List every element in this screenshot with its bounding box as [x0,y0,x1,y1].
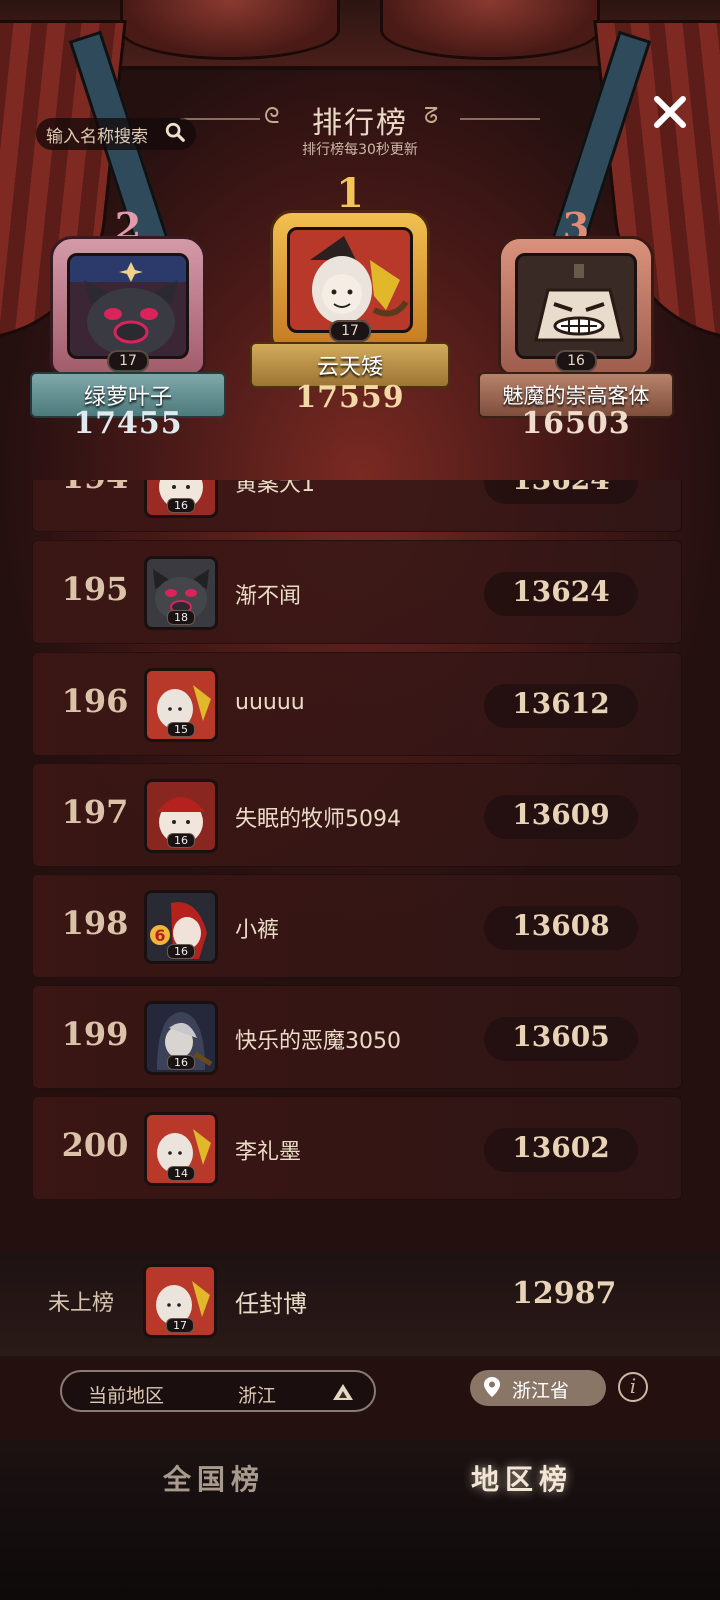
curtain-swag-left [120,0,340,60]
row-level: 16 [167,833,195,848]
ranking-row[interactable]: 196 15 uuuuu 13612 [32,652,682,756]
jester-girl-icon: 17 [143,1264,217,1338]
search-input[interactable]: 输入名称搜索 [36,118,196,150]
podium-score: 16503 [521,406,631,441]
grinning-bell-icon [534,264,624,342]
red-hood-six-icon: 6 16 [144,890,218,964]
row-level: 14 [167,1166,195,1181]
unranked-label: 未上榜 [48,1291,115,1316]
ranking-row[interactable]: 200 14 李礼墨 13602 [32,1096,682,1200]
region-value: 浙江 [238,1385,277,1407]
red-hood-girl-icon: 16 [144,480,218,518]
row-rank: 196 [61,682,129,720]
row-rank: 200 [61,1126,129,1164]
row-rank: 195 [61,570,129,608]
podium-first[interactable]: 1 17 云天矮 17559 [244,170,456,420]
my-score: 12987 [512,1276,617,1311]
info-icon[interactable]: i [618,1372,648,1402]
row-score: 13605 [484,1017,638,1061]
podium-level: 17 [107,350,149,372]
row-name: 快乐的恶魔3050 [235,1029,401,1054]
my-name: 任封博 [235,1290,307,1318]
ranking-row[interactable]: 197 16 失眠的牧师5094 13609 [32,763,682,867]
row-rank: 197 [61,793,129,831]
ranking-row[interactable]: 198 6 16 小裤 13608 [32,874,682,978]
podium-second[interactable]: 2 17 绿萝叶子 17455 [30,200,226,441]
row-level: 16 [167,498,195,513]
row-score: 13602 [484,1128,638,1172]
row-rank: 199 [61,1015,129,1053]
row-name: 小裤 [235,918,280,943]
tab-national[interactable]: 全国榜 [114,1458,314,1498]
ranking-list[interactable]: 194 16 黄案大1 13624 195 18 渐不闻 13624 196 1… [0,480,720,1225]
podium-score: 17455 [73,406,183,441]
ranking-row[interactable]: 195 18 渐不闻 13624 [32,540,682,644]
row-score: 13624 [484,480,638,504]
jester-girl-icon: 15 [144,668,218,742]
close-icon[interactable] [648,90,692,134]
leaderboard-screen: ᘓ ᘔ 排行榜 排行榜每30秒更新 输入名称搜索 2 17 绿萝叶子 17455… [0,0,720,1600]
region-label: 当前地区 [88,1385,165,1407]
province-label: 浙江省 [512,1380,570,1402]
row-score: 13609 [484,795,638,839]
podium-score: 17559 [295,380,405,415]
red-hood-girl-icon: 16 [144,779,218,853]
row-name: 渐不闻 [235,584,302,609]
jester-girl-icon: 14 [144,1112,218,1186]
ranking-row[interactable]: 199 16 快乐的恶魔3050 13605 [32,985,682,1089]
row-score: 13612 [484,684,638,728]
row-name: 李礼墨 [235,1140,302,1165]
search-icon[interactable] [164,121,186,143]
ranking-row[interactable]: 194 16 黄案大1 13624 [32,480,682,532]
row-rank: 198 [61,904,129,942]
row-level: 17 [166,1318,194,1333]
row-level: 16 [167,1055,195,1070]
row-name: uuuuu [235,690,305,715]
row-rank: 194 [60,480,130,496]
region-selector[interactable]: 当前地区 浙江 [60,1370,376,1412]
row-score: 13624 [484,572,638,616]
svg-text:6: 6 [154,926,165,945]
search-placeholder: 输入名称搜索 [46,127,148,147]
jester-girl-icon [310,236,409,324]
row-level: 18 [167,610,195,625]
location-pin-icon [484,1377,500,1397]
row-score: 13608 [484,906,638,950]
podium-third[interactable]: 3 16 魅魔的崇高客体 16503 [478,200,674,441]
tab-regional[interactable]: 地区榜 [422,1458,622,1498]
bottom-tab-bar: 全国榜 地区榜 [0,1440,720,1600]
row-name: 失眠的牧师5094 [235,807,401,832]
podium-level: 16 [555,350,597,372]
bat-pig-icon [70,256,186,356]
curtain-swag-right [380,0,600,60]
bat-pig-icon: 18 [144,556,218,630]
province-button[interactable]: 浙江省 [470,1370,606,1406]
podium-level: 17 [329,320,371,342]
hooded-elder-icon: 16 [144,1001,218,1075]
my-ranking-row[interactable]: 未上榜 17 任封博 12987 [0,1250,720,1356]
row-name: 黄案大1 [235,480,315,497]
row-level: 16 [167,944,195,959]
row-level: 15 [167,722,195,737]
triangle-up-icon [333,1384,353,1400]
